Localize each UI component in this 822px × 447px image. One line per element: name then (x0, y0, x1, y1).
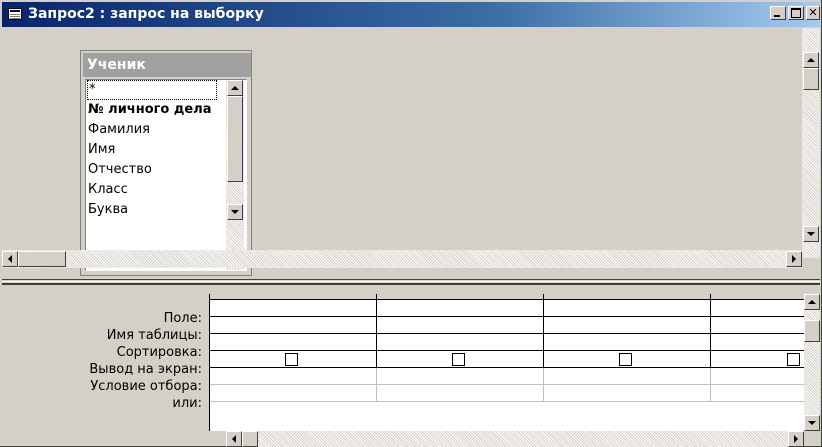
table-pane-scroll-right-button[interactable] (786, 251, 802, 267)
arrow-left-icon (232, 435, 236, 443)
arrow-right-icon (794, 435, 798, 443)
row-label-table-name: Имя таблицы: (106, 328, 202, 343)
grid-cell-table[interactable] (210, 317, 377, 334)
field-list-scroll-down-button[interactable] (227, 204, 243, 220)
field-list-title[interactable]: Ученик (83, 53, 251, 77)
design-grid[interactable] (209, 294, 806, 431)
grid-cell-show[interactable] (377, 351, 544, 368)
design-grid-pane: Поле: Имя таблицы: Сортировка: Вывод на … (2, 286, 820, 447)
arrow-left-icon (8, 255, 12, 263)
grid-cell-or[interactable] (711, 385, 806, 402)
arrow-down-icon (231, 210, 239, 214)
grid-cell-criteria[interactable] (210, 368, 377, 385)
show-checkbox[interactable] (619, 353, 632, 366)
grid-cell-criteria[interactable] (377, 368, 544, 385)
arrow-down-icon (807, 232, 815, 236)
table-pane-vscroll-thumb[interactable] (803, 68, 819, 90)
field-list-scroll-up-button[interactable] (227, 80, 243, 96)
arrow-up-icon (808, 300, 816, 304)
arrow-up-icon (807, 58, 815, 62)
grid-cell-table[interactable] (544, 317, 711, 334)
row-label-show: Вывод на экран: (89, 362, 202, 377)
grid-cell-or[interactable] (377, 385, 544, 402)
grid-cell-sort[interactable] (210, 334, 377, 351)
grid-scroll-right-button[interactable] (788, 431, 804, 447)
grid-cell-field[interactable] (377, 300, 544, 317)
grid-hscroll-thumb[interactable] (242, 431, 258, 447)
table-pane-hscrollbar[interactable] (2, 250, 802, 268)
grid-vscroll-thumb[interactable] (804, 320, 820, 342)
field-list-box: * № личного дела Фамилия Имя Отчество Кл… (85, 79, 247, 271)
grid-cell-or[interactable] (544, 385, 711, 402)
table-pane-scroll-left-button[interactable] (2, 251, 18, 267)
window-title: Запрос2 : запрос на выборку (28, 6, 264, 22)
row-label-sort: Сортировка: (116, 345, 202, 360)
table-pane[interactable]: Ученик * № личного дела Фамилия Имя Отче… (2, 28, 820, 278)
close-icon: ✕ (808, 6, 818, 19)
grid-cell-field[interactable] (544, 300, 711, 317)
grid-scroll-down-button[interactable] (804, 415, 820, 431)
minimize-button[interactable] (770, 6, 786, 20)
show-checkbox[interactable] (787, 353, 800, 366)
grid-cell-sort[interactable] (544, 334, 711, 351)
grid-cell-show[interactable] (544, 351, 711, 368)
row-label-criteria: Условие отбора: (90, 379, 202, 394)
field-item-personal-file-number[interactable]: № личного дела (88, 100, 212, 120)
show-checkbox[interactable] (285, 353, 298, 366)
field-item-surname[interactable]: Фамилия (88, 120, 150, 140)
arrow-up-icon (231, 86, 239, 90)
grid-cell-sort[interactable] (377, 334, 544, 351)
grid-cell-criteria[interactable] (711, 368, 806, 385)
grid-cell-or[interactable] (210, 385, 377, 402)
grid-cell-show[interactable] (210, 351, 377, 368)
grid-cell-field[interactable] (210, 300, 377, 317)
grid-cell-table[interactable] (377, 317, 544, 334)
title-bar[interactable]: Запрос2 : запрос на выборку ✕ (2, 2, 820, 27)
field-list-scrollbar[interactable] (226, 80, 244, 270)
arrow-down-icon (808, 421, 816, 425)
table-pane-scroll-down-button[interactable] (803, 226, 819, 242)
table-pane-scroll-up-button[interactable] (803, 52, 819, 68)
grid-scroll-up-button[interactable] (804, 294, 820, 310)
query-design-window: Запрос2 : запрос на выборку ✕ Ученик * №… (0, 0, 822, 447)
field-item-name[interactable]: Имя (88, 140, 115, 160)
field-list-scroll-thumb[interactable] (227, 96, 243, 182)
grid-cell-table[interactable] (711, 317, 806, 334)
field-item-all[interactable]: * (87, 80, 217, 100)
close-button[interactable]: ✕ (806, 6, 820, 20)
arrow-right-icon (792, 255, 796, 263)
field-list-uchenik[interactable]: Ученик * № личного дела Фамилия Имя Отче… (80, 50, 252, 276)
field-item-patronymic[interactable]: Отчество (88, 160, 152, 180)
row-label-or: или: (172, 396, 202, 411)
grid-scroll-left-button[interactable] (226, 431, 242, 447)
table-pane-vscrollbar[interactable] (802, 28, 820, 258)
pane-splitter[interactable] (2, 279, 820, 285)
maximize-button[interactable] (788, 6, 804, 20)
grid-cell-show[interactable] (711, 351, 806, 368)
field-item-letter[interactable]: Буква (88, 200, 128, 220)
design-grid-hscrollbar[interactable] (226, 431, 804, 447)
row-label-field: Поле: (163, 311, 202, 326)
grid-cell-sort[interactable] (711, 334, 806, 351)
design-grid-vscrollbar[interactable] (804, 294, 820, 431)
field-item-class[interactable]: Класс (88, 180, 128, 200)
grid-cell-field[interactable] (711, 300, 806, 317)
show-checkbox[interactable] (452, 353, 465, 366)
table-pane-hscroll-thumb[interactable] (18, 251, 66, 267)
query-window-icon[interactable] (8, 8, 22, 20)
grid-cell-criteria[interactable] (544, 368, 711, 385)
